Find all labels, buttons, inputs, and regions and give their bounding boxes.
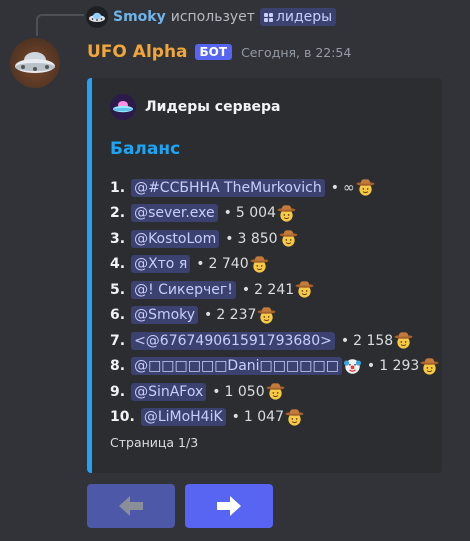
cowboy-emoji: [393, 331, 413, 350]
row-rank: 1.: [110, 179, 126, 196]
user-mention[interactable]: @sever.exe: [131, 204, 218, 223]
cowboy-emoji: [278, 229, 298, 248]
leaderboard-list: 1. @#ССБННА TheMurkovich • ∞ 2. @sever.exe • 5 …: [110, 175, 439, 430]
cowboy-emoji: [276, 204, 296, 223]
row-separator: •: [241, 281, 251, 298]
cowboy-emoji: [265, 382, 285, 401]
embed-author-name: Лидеры сервера: [145, 99, 281, 115]
cowboy-emoji-icon: [356, 179, 375, 196]
leaderboard-row: 7. <@676749061591793680> • 2 158: [110, 328, 439, 354]
row-rank: 7.: [110, 332, 126, 349]
row-separator: •: [196, 256, 205, 273]
row-separator: •: [330, 179, 339, 196]
arrow-left-icon: [119, 496, 143, 516]
cowboy-emoji: [294, 280, 314, 299]
leaderboard-embed: Лидеры сервера Баланс 1. @#ССБННА TheMurk…: [87, 78, 442, 473]
bot-tag: БОТ: [194, 44, 233, 60]
cowboy-emoji: [355, 178, 375, 197]
ufo-icon: [89, 12, 105, 22]
reply-context[interactable]: Smoky использует лидеры: [86, 6, 337, 28]
row-rank: 9.: [110, 383, 126, 400]
user-mention[interactable]: @Smoky: [131, 306, 199, 325]
cowboy-emoji-icon: [285, 409, 304, 426]
user-mention[interactable]: @□□□□□□Dani□□□□□□: [131, 357, 342, 376]
cowboy-emoji-icon: [250, 256, 269, 273]
cowboy-emoji-icon: [277, 205, 296, 222]
leaderboard-row: 6. @Smoky • 2 237: [110, 303, 439, 329]
cowboy-emoji-icon: [266, 383, 285, 400]
reply-action-text: использует: [170, 9, 255, 25]
row-balance: 1 050: [224, 383, 265, 400]
row-separator: •: [231, 409, 240, 426]
leaderboard-row: 4. @Хто я • 2 740: [110, 252, 439, 278]
row-separator: •: [204, 307, 213, 324]
cowboy-emoji: [284, 408, 304, 427]
message-timestamp[interactable]: Сегодня, в 22:54: [241, 45, 351, 60]
row-balance: 2 237: [216, 307, 257, 324]
row-separator: •: [225, 230, 234, 247]
row-separator: •: [340, 332, 350, 349]
cowboy-emoji-icon: [257, 307, 276, 324]
row-separator: •: [223, 205, 232, 222]
leaderboard-row: 1. @#ССБННА TheMurkovich • ∞: [110, 175, 439, 201]
previous-page-button[interactable]: [87, 484, 175, 528]
user-mention[interactable]: @#ССБННА TheMurkovich: [131, 178, 325, 197]
row-separator: •: [366, 358, 376, 375]
ufo-avatar-icon: [15, 52, 55, 73]
row-rank: 6.: [110, 307, 126, 324]
reply-username[interactable]: Smoky: [113, 9, 166, 25]
embed-title: Баланс: [110, 139, 181, 159]
user-mention[interactable]: <@676749061591793680>: [131, 331, 335, 350]
cowboy-emoji-icon: [394, 332, 413, 349]
row-rank: 2.: [110, 205, 126, 222]
reply-connector-line: [36, 14, 84, 36]
message-author[interactable]: UFO Alpha: [87, 42, 188, 62]
leaderboard-row: 5. @! Сикерчег! • 2 241: [110, 277, 439, 303]
user-mention[interactable]: @Хто я: [131, 255, 191, 274]
clown-emoji: [343, 358, 361, 375]
row-rank: 8.: [110, 358, 126, 375]
slash-command-icon: [263, 12, 273, 22]
embed-author: Лидеры сервера: [110, 94, 280, 120]
user-mention[interactable]: @! Сикерчег!: [131, 280, 236, 299]
cowboy-emoji-icon: [279, 230, 298, 247]
cowboy-emoji-icon: [420, 358, 439, 375]
row-rank: 4.: [110, 256, 126, 273]
reply-user-avatar[interactable]: [86, 6, 108, 28]
cowboy-emoji-icon: [295, 281, 314, 298]
arrow-right-icon: [217, 496, 241, 516]
row-balance: ∞: [342, 179, 355, 196]
leaderboard-row: 10. @LiMoH4iK • 1 047: [110, 405, 439, 431]
row-balance: 2 158: [353, 332, 394, 349]
cowboy-emoji: [419, 357, 439, 376]
user-mention[interactable]: @LiMoH4iK: [140, 408, 226, 427]
leaderboard-row: 9. @SinAFox • 1 050: [110, 379, 439, 405]
row-balance: 1 047: [243, 409, 285, 426]
row-separator: •: [212, 383, 221, 400]
row-rank: 10.: [110, 409, 135, 426]
row-balance: 1 293: [379, 358, 420, 375]
user-mention[interactable]: @SinAFox: [131, 382, 207, 401]
row-balance: 2 740: [208, 256, 249, 273]
cowboy-emoji: [249, 255, 269, 274]
avatar[interactable]: [10, 38, 60, 88]
reply-command[interactable]: лидеры: [259, 8, 337, 26]
embed-footer: Страница 1/3: [110, 435, 199, 450]
user-mention[interactable]: @KostoLom: [131, 229, 220, 248]
next-page-button[interactable]: [185, 484, 273, 528]
row-rank: 5.: [110, 281, 126, 298]
leaderboard-row: 3. @KostoLom • 3 850: [110, 226, 439, 252]
message-header: UFO Alpha БОТ Сегодня, в 22:54: [87, 40, 351, 64]
leaderboard-row: 8. @□□□□□□Dani□□□□□□ • 1 293: [110, 354, 439, 380]
row-balance: 2 241: [254, 281, 295, 298]
ufo-glow-icon: [110, 94, 136, 120]
row-balance: 5 004: [235, 205, 276, 222]
row-balance: 3 850: [237, 230, 278, 247]
reply-command-label: лидеры: [275, 9, 333, 25]
clown-emoji-icon: [343, 359, 361, 374]
row-rank: 3.: [110, 230, 126, 247]
embed-author-icon: [110, 94, 136, 120]
leaderboard-row: 2. @sever.exe • 5 004: [110, 201, 439, 227]
cowboy-emoji: [256, 306, 276, 325]
